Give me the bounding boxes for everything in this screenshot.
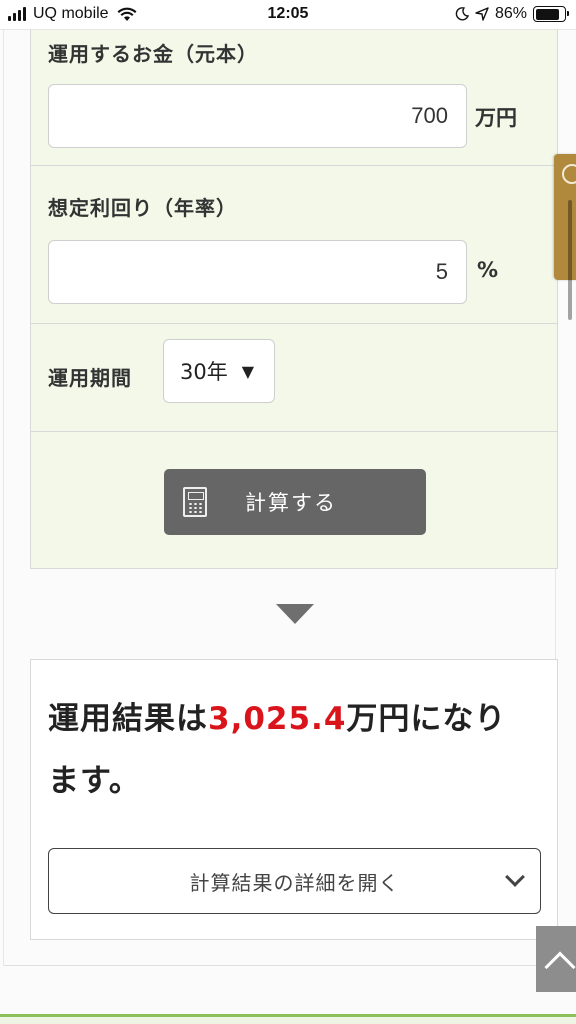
result-prefix: 運用結果は	[48, 701, 208, 737]
period-selected-value: 30年	[180, 360, 228, 384]
calculator-icon	[183, 487, 207, 517]
status-bar: UQ mobile 12:05 86%	[0, 0, 576, 30]
side-floating-tab[interactable]	[554, 154, 576, 280]
moon-icon	[455, 7, 469, 21]
location-icon	[475, 7, 489, 21]
calculator-form: 運用するお金（元本） 万円 想定利回り（年率） % 運用期間 30年 ▼ 計算す…	[30, 30, 558, 569]
principal-row: 運用するお金（元本） 万円	[31, 30, 557, 166]
yield-row: 想定利回り（年率） %	[31, 166, 557, 324]
result-text: 運用結果は3,025.4万円になります。	[48, 688, 528, 812]
principal-label: 運用するお金（元本）	[48, 42, 258, 66]
yield-unit: %	[477, 258, 499, 282]
yield-label: 想定利回り（年率）	[48, 196, 237, 220]
down-arrow-icon	[276, 604, 314, 624]
principal-unit: 万円	[475, 106, 517, 130]
battery-icon	[533, 6, 569, 22]
side-tab-icon	[562, 164, 576, 184]
yield-input[interactable]	[48, 240, 467, 304]
battery-percent: 86%	[494, 5, 527, 22]
chevron-up-icon	[544, 951, 576, 983]
period-select[interactable]: 30年 ▼	[163, 339, 275, 403]
details-toggle-label: 計算結果の詳細を開く	[189, 870, 400, 895]
result-amount: 3,025.4	[208, 701, 347, 737]
chevron-down-icon	[505, 867, 525, 887]
caret-down-icon: ▼	[241, 361, 255, 381]
calculate-button[interactable]: 計算する	[164, 469, 426, 535]
scrollbar[interactable]	[568, 200, 572, 320]
result-panel: 運用結果は3,025.4万円になります。 計算結果の詳細を開く	[30, 659, 558, 940]
principal-input[interactable]	[48, 84, 467, 148]
status-right: 86%	[455, 5, 569, 23]
calculate-button-label: 計算する	[245, 491, 337, 515]
period-row: 運用期間	[31, 324, 557, 432]
details-toggle-button[interactable]: 計算結果の詳細を開く	[48, 848, 541, 914]
footer-strip	[0, 1014, 576, 1024]
back-to-top-button[interactable]	[536, 926, 576, 992]
period-label: 運用期間	[48, 366, 132, 390]
